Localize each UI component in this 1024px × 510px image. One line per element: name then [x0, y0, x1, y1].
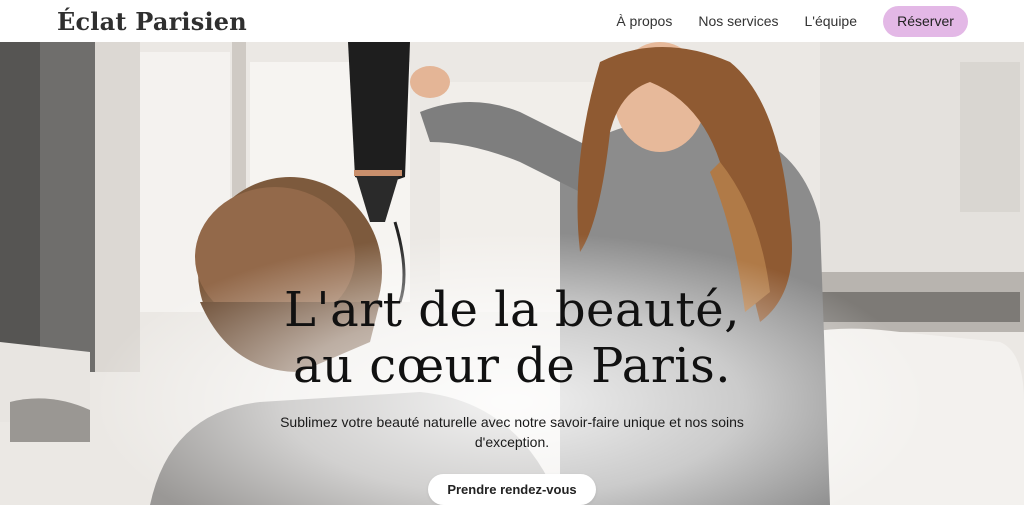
hero-content: L'art de la beauté, au cœur de Paris. Su…: [0, 282, 1024, 505]
brand-logo[interactable]: Éclat Parisien: [57, 7, 247, 36]
hero-title-line-1: L'art de la beauté,: [284, 282, 740, 338]
hero-title: L'art de la beauté, au cœur de Paris.: [0, 282, 1024, 394]
hero-title-line-2: au cœur de Paris.: [292, 338, 732, 394]
nav-link-team[interactable]: L'équipe: [805, 13, 858, 29]
reserve-button[interactable]: Réserver: [883, 5, 968, 37]
book-appointment-button[interactable]: Prendre rendez-vous: [428, 474, 596, 505]
site-header: Éclat Parisien À propos Nos services L'é…: [0, 0, 1024, 42]
nav-link-about[interactable]: À propos: [616, 13, 672, 29]
page-bottom-edge: [0, 505, 1024, 510]
main-nav: À propos Nos services L'équipe Réserver: [616, 5, 968, 37]
hero-subtitle: Sublimez votre beauté naturelle avec not…: [280, 414, 744, 450]
hero-section: L'art de la beauté, au cœur de Paris. Su…: [0, 42, 1024, 505]
nav-link-services[interactable]: Nos services: [698, 13, 778, 29]
